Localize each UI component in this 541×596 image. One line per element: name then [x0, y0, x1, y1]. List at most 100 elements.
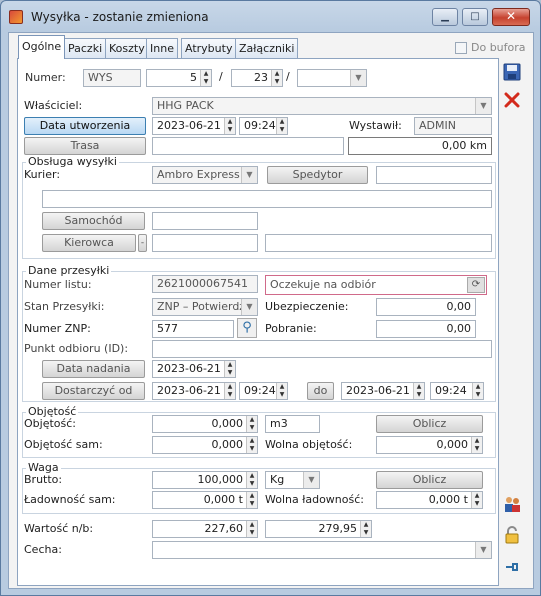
data-utworzenia-button[interactable]: Data utworzenia [24, 117, 146, 135]
wystawil-label: Wystawił: [349, 119, 402, 132]
wlasciciel-label: Właściciel: [24, 99, 83, 112]
objetosc-sam-label: Objętość sam: [24, 438, 103, 451]
date-spin[interactable]: ▲ ▼ [413, 383, 424, 399]
search-icon[interactable]: ⚲ [237, 318, 257, 338]
time-spin[interactable]: ▲ ▼ [276, 118, 287, 134]
kurier-description-field[interactable] [42, 190, 492, 208]
brutto-field[interactable]: 100,000 ▲ ▼ [152, 471, 258, 489]
wartosc-netto-field[interactable]: 227,60 ▲ ▼ [152, 520, 258, 538]
objetosc-oblicz-button[interactable]: Oblicz [376, 415, 483, 433]
stan-combo[interactable]: ZNP – Potwierdzo ▼ [152, 298, 258, 316]
data-utworzenia-date-value: 2023-06-21 [157, 119, 221, 132]
spedytor-field[interactable] [376, 166, 492, 184]
kierowca-dash-button[interactable]: - [138, 234, 147, 252]
close-button[interactable]: ✕ [492, 8, 530, 26]
ubezpieczenie-field[interactable]: 0,00 [376, 298, 476, 316]
numer-n2-field[interactable]: 23 ▲ ▼ [231, 69, 283, 87]
samochod-button[interactable]: Samochód [42, 212, 145, 230]
punkt-field[interactable] [152, 340, 492, 358]
users-button[interactable] [501, 493, 523, 515]
waga-unit-combo[interactable]: Kg ▼ [265, 471, 320, 489]
tab-zalaczniki[interactable]: Załączniki [235, 38, 299, 58]
numer-n1-field[interactable]: 5 ▲ ▼ [146, 69, 212, 87]
wartosc-brutto-field[interactable]: 279,95 ▲ ▼ [265, 520, 372, 538]
chevron-down-icon[interactable]: ▼ [475, 98, 491, 114]
numer-series-combo[interactable]: ▼ [297, 69, 367, 87]
status-field: Oczekuje na odbiór ⟳ [265, 275, 487, 295]
lock-icon [505, 526, 519, 544]
objetosc-sam-field[interactable]: 0,000 ▲ ▼ [152, 436, 258, 454]
dostarczyc-date[interactable]: 2023-06-21 ▲ ▼ [152, 382, 236, 400]
cecha-combo[interactable]: ▼ [152, 541, 492, 559]
znp-field[interactable]: 577 [152, 320, 234, 338]
wlasciciel-combo[interactable]: HHG PACK ▼ [152, 97, 492, 115]
dostarczyc-time-value: 09:24 [244, 384, 276, 397]
wolna-ladownosc-field[interactable]: 0,000 t ▲ ▼ [376, 491, 483, 509]
data-utworzenia-time[interactable]: 09:24 ▲ ▼ [239, 117, 288, 135]
numer-sep-1: / [219, 70, 223, 83]
kurier-combo[interactable]: Ambro Express ▼ [152, 166, 258, 184]
numer-listu-value[interactable]: 2621000067541 [152, 275, 258, 293]
do-time[interactable]: 09:24 ▲ ▼ [430, 382, 484, 400]
time-spin[interactable]: ▲ ▼ [472, 383, 483, 399]
do-bufora-checkbox[interactable] [455, 42, 467, 54]
delete-button[interactable] [501, 89, 523, 111]
objetosc-field[interactable]: 0,000 ▲ ▼ [152, 415, 258, 433]
data-nadania-field[interactable]: 2023-06-21 ▲ ▼ [152, 360, 236, 378]
trasa-km[interactable]: 0,00 km [348, 137, 492, 155]
date-spin[interactable]: ▲ ▼ [224, 118, 235, 134]
do-date[interactable]: 2023-06-21 ▲ ▼ [341, 382, 425, 400]
lock-button[interactable] [501, 524, 523, 546]
chevron-down-icon[interactable]: ▼ [303, 472, 319, 488]
waga-oblicz-button[interactable]: Oblicz [376, 471, 483, 489]
date-spin[interactable]: ▲ ▼ [224, 361, 235, 377]
spin[interactable]: ▲ ▼ [246, 416, 257, 432]
chevron-down-icon[interactable]: ▼ [475, 542, 491, 558]
numer-label: Numer: [25, 71, 66, 84]
samochod-field[interactable] [152, 212, 258, 230]
objetosc-sam-value: 0,000 [211, 438, 244, 451]
do-button[interactable]: do [307, 382, 334, 400]
refresh-status-icon[interactable]: ⟳ [467, 277, 485, 293]
objetosc-label: Objętość: [24, 417, 76, 430]
spin[interactable]: ▲ ▼ [471, 492, 482, 508]
spedytor-button[interactable]: Spedytor [267, 166, 368, 184]
tab-paczki[interactable]: Paczki [64, 38, 107, 58]
date-spin[interactable]: ▲ ▼ [224, 383, 235, 399]
chevron-down-icon[interactable]: ▼ [350, 70, 366, 86]
tab-atrybuty[interactable]: Atrybuty [181, 38, 237, 58]
spin[interactable]: ▲ ▼ [246, 437, 257, 453]
data-utworzenia-date[interactable]: 2023-06-21 ▲ ▼ [152, 117, 236, 135]
tab-inne[interactable]: Inne [146, 38, 178, 58]
pobranie-field[interactable]: 0,00 [376, 320, 476, 338]
numer-n1-spin[interactable]: ▲ ▼ [200, 70, 211, 86]
dostarczyc-time[interactable]: 09:24 ▲ ▼ [239, 382, 288, 400]
wolna-objetosc-field[interactable]: 0,000 ▲ ▼ [376, 436, 483, 454]
spin[interactable]: ▲ ▼ [471, 437, 482, 453]
spin[interactable]: ▲ ▼ [246, 492, 257, 508]
spin[interactable]: ▲ ▼ [246, 472, 257, 488]
spin[interactable]: ▲ ▼ [360, 521, 371, 537]
maximize-button[interactable]: □ [462, 8, 488, 26]
kierowca-button[interactable]: Kierowca [42, 234, 136, 252]
numer-n2-spin[interactable]: ▲ ▼ [271, 70, 282, 86]
trasa-button[interactable]: Trasa [24, 137, 146, 155]
data-nadania-button[interactable]: Data nadania [42, 360, 145, 378]
save-button[interactable] [501, 61, 523, 83]
pin-button[interactable] [501, 556, 523, 578]
waga-unit-value: Kg [270, 473, 285, 486]
tab-ogolne[interactable]: Ogólne [18, 35, 66, 59]
chevron-down-icon[interactable]: ▼ [241, 299, 257, 315]
time-spin[interactable]: ▲ ▼ [276, 383, 287, 399]
kierowca-field[interactable] [152, 234, 258, 252]
wolna-ladownosc-value: 0,000 t [428, 493, 468, 506]
minimize-button[interactable]: ▁ [432, 8, 458, 26]
kierowca-name-field[interactable] [265, 234, 492, 252]
chevron-down-icon[interactable]: ▼ [241, 167, 257, 183]
dostarczyc-od-button[interactable]: Dostarczyć od [42, 382, 145, 400]
spin[interactable]: ▲ ▼ [246, 521, 257, 537]
numer-prefix[interactable]: WYS [83, 69, 141, 87]
trasa-field[interactable] [152, 137, 344, 155]
ladownosc-field[interactable]: 0,000 t ▲ ▼ [152, 491, 258, 509]
tab-koszty[interactable]: Koszty [105, 38, 149, 58]
